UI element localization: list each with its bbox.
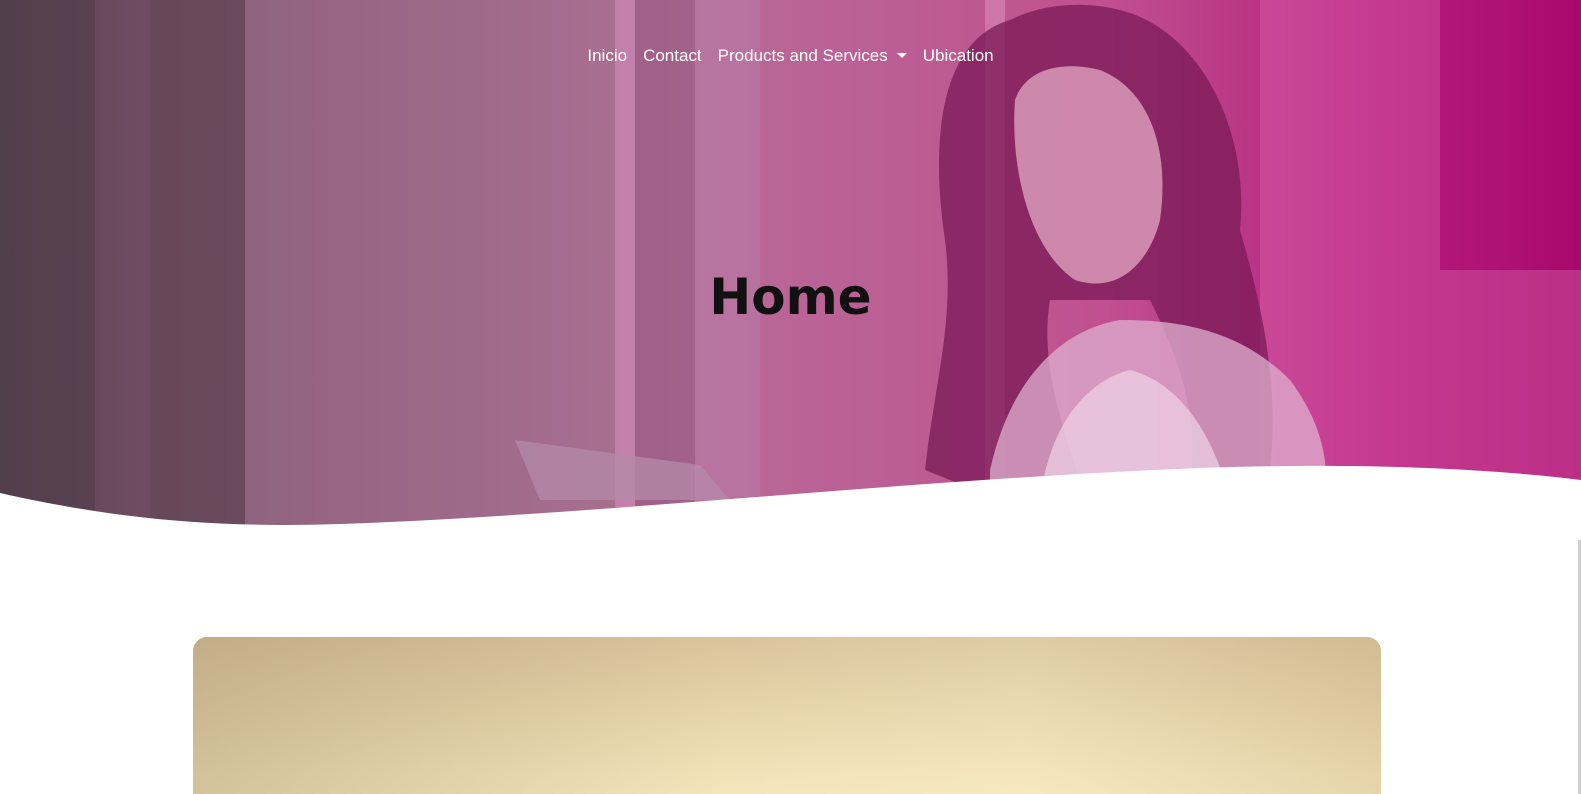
nav-item-inicio[interactable]: Inicio [587,44,627,68]
hero-wave-divider [0,465,1581,540]
hero-section: Inicio Contact Products and Services Ubi… [0,0,1581,530]
main-navigation: Inicio Contact Products and Services Ubi… [0,44,1581,68]
featured-image [193,637,1381,794]
nav-item-products-label: Products and Services [717,46,888,65]
nav-item-ubication[interactable]: Ubication [923,44,994,68]
nav-item-products-and-services[interactable]: Products and Services [718,44,907,68]
dropdown-caret-icon [896,52,907,58]
nav-item-contact[interactable]: Contact [643,44,702,68]
featured-image-card [193,637,1381,794]
page-title: Home [709,268,872,326]
hero-background-image [0,0,1581,530]
